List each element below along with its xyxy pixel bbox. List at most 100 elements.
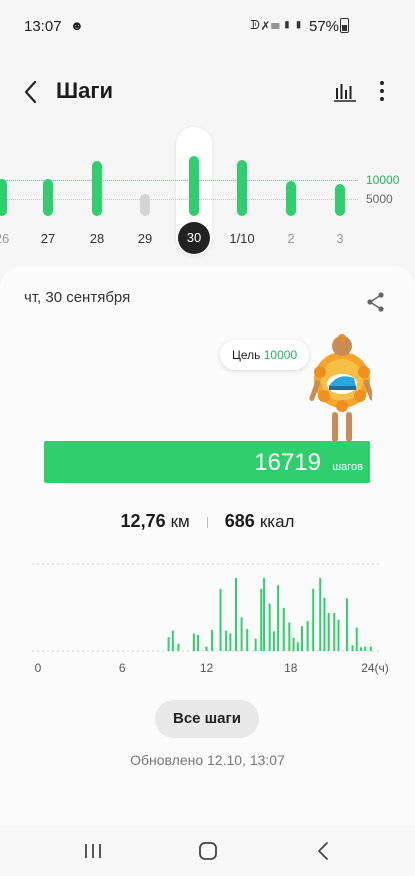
home-icon[interactable]	[196, 840, 220, 862]
back-nav-icon[interactable]	[312, 840, 336, 862]
recent-apps-icon[interactable]	[81, 840, 105, 862]
goal-bubble-value: 10000	[263, 348, 298, 362]
hourly-bar	[225, 630, 228, 651]
hourly-bar	[219, 588, 222, 651]
goal-bubble: Цель 10000	[220, 340, 310, 370]
updated-text: Обновлено 12.10, 13:07	[130, 752, 285, 768]
day-bar-30[interactable]	[189, 155, 199, 216]
hourly-bar	[337, 619, 340, 651]
day-label-1-10[interactable]: 1/10	[222, 231, 262, 246]
more-icon[interactable]	[371, 78, 393, 104]
hourly-bar	[268, 603, 271, 651]
x-tick-label: 0	[35, 661, 42, 675]
person-icon: ☻	[70, 18, 84, 33]
hourly-bar	[192, 633, 195, 651]
mute-icon: ✗	[261, 18, 271, 32]
day-label-2[interactable]: 2	[271, 231, 311, 246]
hourly-bar	[167, 637, 170, 651]
week-chart[interactable]: 10000 5000 26 27 28 29 30 1/10 23	[0, 125, 415, 260]
hourly-bar	[260, 588, 263, 651]
calories-unit: ккал	[259, 512, 295, 531]
day-label-27[interactable]: 27	[28, 231, 68, 246]
x-tick-label: 24(ч)	[361, 661, 389, 675]
hourly-bar	[319, 578, 322, 651]
trends-icon[interactable]	[334, 80, 356, 102]
app-header: Шаги	[0, 62, 415, 122]
day-bar-29[interactable]	[140, 194, 150, 216]
day-label-3[interactable]: 3	[320, 231, 360, 246]
selected-date: чт, 30 сентября	[24, 289, 131, 306]
status-time: 13:07	[24, 18, 62, 35]
hourly-bar	[306, 621, 309, 651]
distance-unit: км	[170, 512, 190, 531]
hourly-bar	[323, 597, 326, 651]
hourly-bar	[355, 627, 358, 651]
hourly-bar	[345, 598, 348, 651]
hourly-bar	[369, 646, 372, 651]
metrics-row: 12,76 км 686 ккал	[0, 511, 415, 532]
day-bar-26[interactable]	[0, 178, 7, 216]
steps-unit: шагов	[332, 461, 363, 473]
hourly-bar	[197, 634, 200, 651]
hourly-bar	[246, 629, 249, 651]
mascot-illustration	[309, 334, 372, 442]
goal-line-5000	[0, 199, 358, 200]
hourly-bar	[288, 622, 291, 651]
share-icon[interactable]	[365, 291, 387, 313]
battery-icon	[340, 18, 349, 33]
status-bar: 13:07 ☻ ᗫ✗☰▮▮ 57%	[0, 0, 415, 48]
calories-value: 686	[224, 511, 255, 531]
system-nav-bar	[0, 826, 415, 876]
hourly-bar	[364, 646, 367, 651]
hourly-bar	[292, 637, 295, 651]
battery-percent: 57%	[309, 18, 340, 35]
page-title: Шаги	[56, 78, 114, 103]
goal-bubble-label: Цель	[232, 348, 261, 362]
day-bar-2[interactable]	[286, 181, 296, 216]
hourly-steps-chart: 0 6 12 18 24(ч)	[32, 563, 389, 675]
steps-progress-bar: 16719 шагов	[44, 441, 370, 483]
hourly-bar	[229, 633, 232, 651]
hourly-bar	[211, 629, 214, 651]
day-label-28[interactable]: 28	[77, 231, 117, 246]
x-tick-label: 12	[200, 661, 214, 675]
day-label-29[interactable]: 29	[125, 231, 165, 246]
hourly-bar	[327, 613, 330, 651]
status-icons: ᗫ✗☰▮▮	[250, 18, 305, 33]
day-label-26[interactable]: 26	[0, 231, 22, 246]
day-bar-27[interactable]	[43, 178, 53, 216]
hourly-bar	[296, 642, 299, 651]
distance-value: 12,76	[120, 511, 166, 531]
x-tick-label: 6	[119, 661, 126, 675]
hourly-bar	[240, 617, 243, 651]
hourly-bar	[333, 613, 336, 651]
day-label-30[interactable]: 30	[178, 222, 210, 254]
hourly-bar	[277, 585, 280, 651]
hourly-bar	[272, 631, 275, 651]
x-tick-label: 18	[284, 661, 298, 675]
hourly-bar	[351, 645, 354, 651]
hourly-bar	[177, 643, 180, 651]
hourly-bar	[300, 626, 303, 651]
day-bar-3[interactable]	[335, 184, 345, 216]
steps-value: 16719	[254, 449, 321, 476]
hourly-bar	[205, 646, 208, 651]
hourly-bar	[254, 638, 257, 651]
all-steps-button[interactable]: Все шаги	[155, 700, 259, 738]
hourly-bar	[263, 578, 266, 651]
hourly-bar	[359, 647, 362, 651]
day-bar-1-10[interactable]	[237, 160, 247, 216]
signal-icon: ▮	[293, 18, 306, 32]
hourly-bar	[282, 607, 285, 651]
hourly-bar	[312, 588, 315, 651]
hourly-bar	[234, 578, 237, 651]
hourly-bar	[171, 630, 174, 651]
goal-line-10000	[0, 180, 358, 181]
signal-icon: ▮	[281, 18, 294, 32]
back-icon[interactable]	[20, 78, 44, 106]
wifi-icon: ☰	[270, 18, 282, 32]
day-detail-card: чт, 30 сентября Цель 10000 16719 шагов 1…	[0, 266, 415, 826]
bluetooth-icon: ᗫ	[250, 18, 262, 32]
metrics-divider	[206, 516, 208, 528]
day-bar-28[interactable]	[92, 161, 102, 216]
